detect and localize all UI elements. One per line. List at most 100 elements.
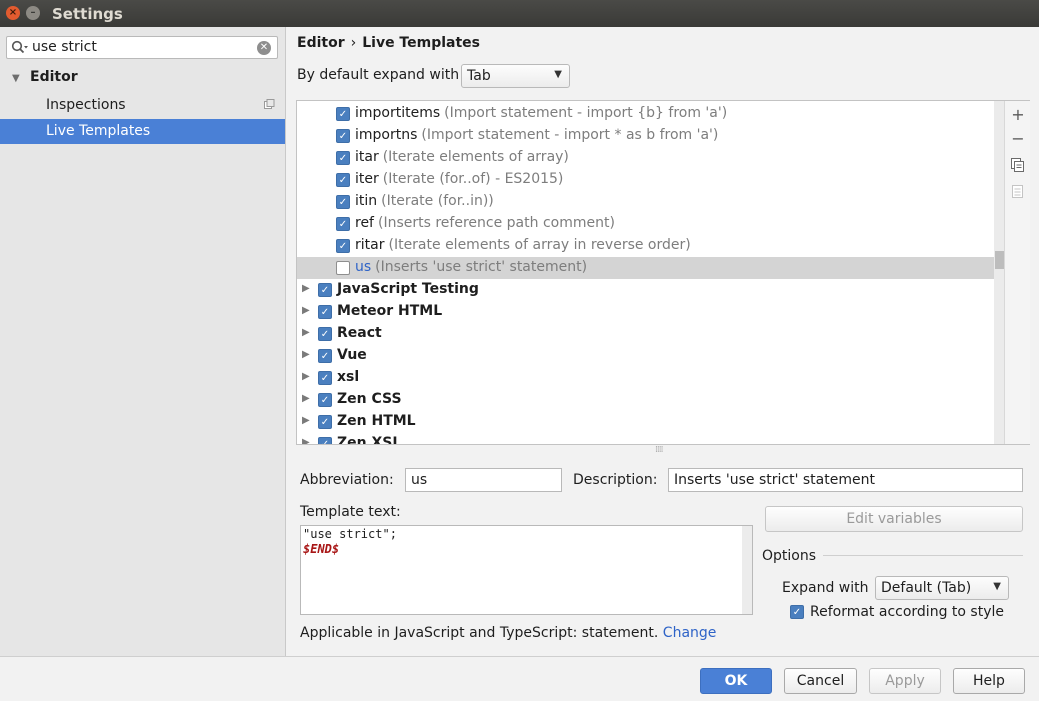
group-checkbox[interactable]: ✓: [318, 437, 332, 444]
group-checkbox[interactable]: ✓: [318, 283, 332, 297]
template-group-row[interactable]: ▶ ✓ xsl: [297, 367, 1005, 389]
breadcrumb-current: Live Templates: [362, 35, 480, 51]
template-abbreviation: ritar: [355, 237, 385, 253]
expand-arrow-icon[interactable]: ▶: [302, 305, 310, 316]
copy-icon[interactable]: [1011, 158, 1025, 172]
group-checkbox[interactable]: ✓: [318, 415, 332, 429]
edit-variables-button[interactable]: Edit variables: [765, 506, 1023, 532]
template-row[interactable]: ✓ importns (Import statement - import * as…: [297, 125, 1005, 147]
expand-arrow-icon[interactable]: ▶: [302, 437, 310, 444]
template-checkbox[interactable]: ✓: [336, 173, 350, 187]
expand-arrow-icon[interactable]: ▶: [302, 393, 310, 404]
template-row[interactable]: ✓ iter (Iterate (for..of) - ES2015): [297, 169, 1005, 191]
tree-node-live-templates-label: Live Templates: [46, 123, 151, 139]
template-group-name: Vue: [337, 347, 367, 363]
scrollbar-thumb[interactable]: [995, 251, 1004, 269]
template-group-name: JavaScript Testing: [337, 281, 479, 297]
description-label: Description:: [573, 472, 658, 488]
default-expand-select[interactable]: Tab ▼: [461, 64, 570, 88]
template-name: ritar (Iterate elements of array in rever…: [355, 237, 691, 253]
template-group-row[interactable]: ▶ ✓ Zen CSS: [297, 389, 1005, 411]
description-field[interactable]: Inserts 'use strict' statement: [668, 468, 1023, 492]
settings-search-input[interactable]: use strict ✕: [6, 36, 278, 59]
reformat-checkbox[interactable]: ✓: [790, 605, 804, 619]
settings-sidebar: use strict ✕ ▼ Editor Inspections Live Te…: [0, 27, 286, 657]
template-abbreviation: itar: [355, 149, 379, 165]
template-checkbox[interactable]: ✓: [336, 151, 350, 165]
template-row[interactable]: us (Inserts 'use strict' statement): [297, 257, 1005, 279]
clear-search-icon[interactable]: ✕: [257, 41, 271, 55]
default-expand-value: Tab: [467, 68, 491, 84]
group-checkbox[interactable]: ✓: [318, 349, 332, 363]
breadcrumb-separator: ›: [350, 35, 357, 51]
expand-arrow-icon[interactable]: ▶: [302, 327, 310, 338]
template-description: (Iterate elements of array): [382, 149, 569, 165]
template-description: (Iterate (for..in)): [381, 193, 494, 209]
template-group-row[interactable]: ▶ ✓ React: [297, 323, 1005, 345]
template-row[interactable]: ✓ itin (Iterate (for..in)): [297, 191, 1005, 213]
cancel-button[interactable]: Cancel: [784, 668, 857, 694]
chevron-down-icon: ▼: [554, 69, 562, 80]
settings-content: Editor › Live Templates By default expand …: [287, 27, 1039, 657]
expanded-arrow-icon[interactable]: ▼: [12, 73, 24, 84]
template-group-row[interactable]: ▶ ✓ JavaScript Testing: [297, 279, 1005, 301]
template-text-scrollbar[interactable]: [742, 526, 752, 614]
template-group-row[interactable]: ▶ ✓ Zen HTML: [297, 411, 1005, 433]
template-text-label: Template text:: [300, 504, 401, 520]
remove-template-button[interactable]: −: [1011, 131, 1025, 147]
template-row[interactable]: ✓ ritar (Iterate elements of array in reve…: [297, 235, 1005, 257]
expand-with-value: Default (Tab): [881, 580, 972, 596]
template-end-variable: $END$: [303, 542, 340, 556]
tree-node-live-templates[interactable]: Live Templates: [0, 119, 285, 144]
template-checkbox[interactable]: ✓: [336, 239, 350, 253]
applicable-context: Applicable in JavaScript and TypeScript:…: [300, 625, 716, 641]
expand-arrow-icon[interactable]: ▶: [302, 283, 310, 294]
expand-arrow-icon[interactable]: ▶: [302, 415, 310, 426]
ok-button[interactable]: OK: [700, 668, 772, 694]
template-group-name: React: [337, 325, 382, 341]
add-template-button[interactable]: +: [1011, 107, 1025, 123]
template-row[interactable]: ✓ itar (Iterate elements of array): [297, 147, 1005, 169]
template-group-row[interactable]: ▶ ✓ Vue: [297, 345, 1005, 367]
abbreviation-field[interactable]: us: [405, 468, 562, 492]
template-group-row[interactable]: ▶ ✓ Meteor HTML: [297, 301, 1005, 323]
restore-defaults-icon[interactable]: [1011, 185, 1025, 199]
resize-grip-icon[interactable]: ⁞⁞⁞⁞: [655, 445, 664, 455]
close-window-button[interactable]: ×: [6, 6, 20, 20]
template-checkbox[interactable]: ✓: [336, 195, 350, 209]
template-checkbox[interactable]: ✓: [336, 107, 350, 121]
group-checkbox[interactable]: ✓: [318, 393, 332, 407]
template-checkbox[interactable]: [336, 261, 350, 275]
change-context-link[interactable]: Change: [663, 625, 717, 641]
tree-node-inspections[interactable]: Inspections: [46, 97, 126, 113]
template-name: itin (Iterate (for..in)): [355, 193, 494, 209]
tree-node-editor-label: Editor: [30, 69, 78, 85]
description-value: Inserts 'use strict' statement: [674, 472, 875, 488]
template-checkbox[interactable]: ✓: [336, 217, 350, 231]
group-checkbox[interactable]: ✓: [318, 327, 332, 341]
default-expand-label: By default expand with: [297, 67, 460, 83]
template-line: "use strict";: [303, 527, 397, 541]
template-checkbox[interactable]: ✓: [336, 129, 350, 143]
template-name: ref (Inserts reference path comment): [355, 215, 615, 231]
tree-node-editor[interactable]: ▼ Editor: [12, 69, 78, 85]
help-button[interactable]: Help: [953, 668, 1025, 694]
template-name: us (Inserts 'use strict' statement): [355, 259, 587, 275]
templates-tree[interactable]: ✓ importitems (Import statement - import {…: [297, 101, 1005, 444]
reformat-label[interactable]: Reformat according to style: [810, 604, 1004, 620]
expand-arrow-icon[interactable]: ▶: [302, 349, 310, 360]
apply-button[interactable]: Apply: [869, 668, 941, 694]
expand-with-select[interactable]: Default (Tab) ▼: [875, 576, 1009, 600]
template-row[interactable]: ✓ importitems (Import statement - import {…: [297, 103, 1005, 125]
search-icon: [11, 40, 28, 54]
template-group-row[interactable]: ▶ ✓ Zen XSL: [297, 433, 1005, 444]
template-abbreviation: ref: [355, 215, 374, 231]
expand-arrow-icon[interactable]: ▶: [302, 371, 310, 382]
template-row[interactable]: ✓ ref (Inserts reference path comment): [297, 213, 1005, 235]
group-checkbox[interactable]: ✓: [318, 371, 332, 385]
templates-toolbar: + −: [1004, 101, 1030, 444]
template-name: iter (Iterate (for..of) - ES2015): [355, 171, 563, 187]
minimize-window-button[interactable]: –: [26, 6, 40, 20]
template-text-editor[interactable]: "use strict"; $END$: [300, 525, 753, 615]
group-checkbox[interactable]: ✓: [318, 305, 332, 319]
